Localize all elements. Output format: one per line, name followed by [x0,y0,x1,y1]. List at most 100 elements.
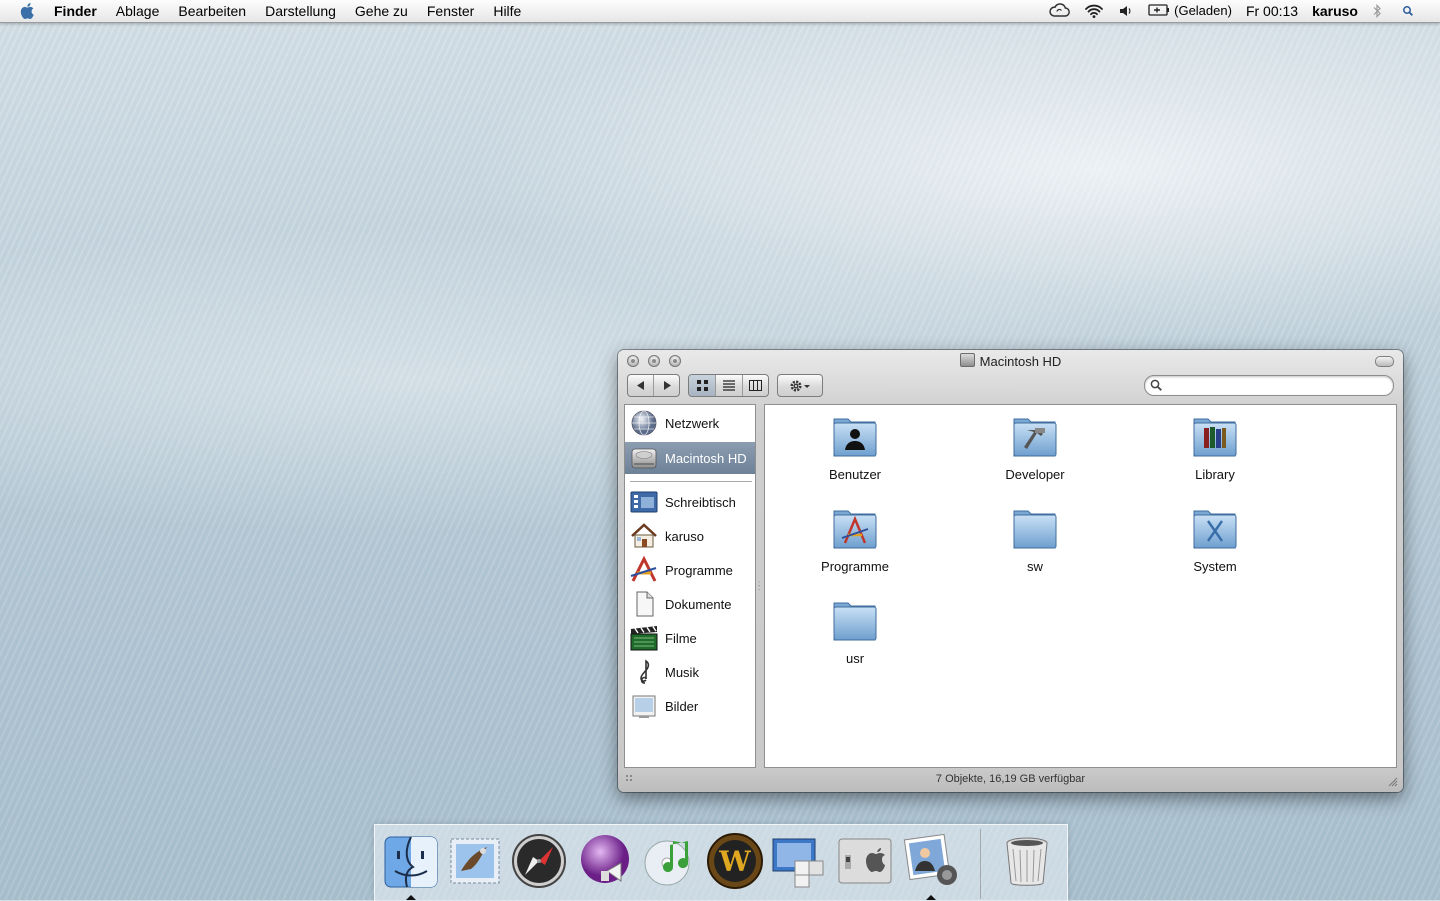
menu-hilfe[interactable]: Hilfe [493,0,521,22]
forward-button[interactable] [654,375,679,396]
action-menu-button[interactable] [777,374,823,397]
folder-system[interactable]: System [1155,505,1275,574]
window-resize-grip-icon[interactable] [1388,777,1398,787]
running-indicator [406,895,416,900]
forward-arrow-icon [663,381,671,390]
dock: W [374,824,1068,901]
column-view-icon [749,380,762,391]
sidebar-splitter[interactable]: :: [757,404,763,768]
menu-app-finder[interactable]: Finder [54,0,97,22]
sidebar-item-netzwerk[interactable]: Netzwerk [625,407,755,439]
folder-label: Library [1195,467,1235,482]
battery-text: (Geladen) [1174,3,1232,18]
menu-clock[interactable]: Fr 00:13 [1246,3,1298,19]
sidebar-separator [630,481,752,482]
movies-icon [629,624,659,652]
documents-icon [629,590,659,618]
view-mode-control [688,374,769,397]
window-titlebar[interactable]: Macintosh HD [618,350,1403,372]
iphoto-icon[interactable] [901,831,961,891]
icon-view-button[interactable] [689,375,716,396]
itunes-icon[interactable] [639,831,699,891]
folder-icon [831,597,879,643]
sidebar-item-bilder[interactable]: Bilder [625,690,755,722]
library-folder-icon [1191,413,1239,459]
hard-disk-icon [959,353,975,367]
window-title-text: Macintosh HD [979,354,1062,369]
svg-text:W: W [718,845,751,878]
sidebar-item-musik[interactable]: Musik [625,656,755,688]
sidebar-item-dokumente[interactable]: Dokumente [625,588,755,620]
menu-ablage[interactable]: Ablage [116,0,160,22]
back-button[interactable] [628,375,654,396]
folder-label: usr [845,651,865,666]
folder-label: Benutzer [828,467,882,482]
list-view-button[interactable] [716,375,743,396]
folder-benutzer[interactable]: Benutzer [795,413,915,482]
safari-icon[interactable] [509,831,569,891]
sidebar-item-label: Netzwerk [665,415,720,431]
dashboard-icon[interactable] [769,831,829,891]
folder-label: Programme [821,559,889,574]
sidebar-item-label: Musik [665,664,699,680]
sidebar-item-programme[interactable]: Programme [625,554,755,586]
volume-icon[interactable] [1118,3,1134,19]
spotlight-icon[interactable] [1396,3,1420,19]
folder-label: System [1193,559,1237,574]
sidebar-item-label: karuso [665,528,705,544]
folder-label: sw [1027,559,1043,574]
network-globe-icon [629,409,659,437]
menu-fenster[interactable]: Fenster [427,0,474,22]
system-preferences-icon[interactable] [835,831,895,891]
folder-developer[interactable]: Developer [975,413,1095,482]
icon-view-icon [696,380,708,391]
mobileme-sync-icon[interactable] [1048,3,1071,19]
menu-bearbeiten[interactable]: Bearbeiten [178,0,246,22]
list-view-icon [723,380,735,391]
users-folder-icon [831,413,879,459]
folder-programme[interactable]: Programme [795,505,915,574]
folder-sw[interactable]: sw [975,505,1095,574]
apple-menu-icon[interactable] [20,3,36,19]
gear-icon [790,380,810,391]
sidebar-item-filme[interactable]: Filme [625,622,755,654]
developer-folder-icon [1011,413,1059,459]
search-icon [1150,379,1162,391]
hard-disk-icon [629,444,659,472]
sidebar-item-schreibtisch[interactable]: Schreibtisch [625,486,755,518]
ichat-icon[interactable] [575,831,635,891]
back-arrow-icon [636,381,644,390]
wifi-icon[interactable] [1084,3,1104,19]
search-field[interactable] [1144,375,1394,396]
sidebar-item-karuso[interactable]: karuso [625,520,755,552]
menu-gehe-zu[interactable]: Gehe zu [355,0,408,22]
fast-user-switch[interactable]: karuso [1312,3,1358,19]
status-bar: 7 Objekte, 16,19 GB verfügbar [618,769,1403,789]
sidebar: Netzwerk Macintosh HD Schreibtisch karus… [624,404,756,768]
action-gear [778,375,822,396]
menu-bar: Finder Ablage Bearbeiten Darstellung Geh… [0,0,1440,23]
search-input[interactable] [1167,377,1386,395]
folder-library[interactable]: Library [1155,413,1275,482]
mail-icon[interactable] [445,831,505,891]
world-of-warcraft-icon[interactable]: W [705,831,765,891]
applications-icon [629,555,659,584]
music-icon [629,658,659,686]
sidebar-item-macintosh-hd[interactable]: Macintosh HD [625,442,755,474]
sidebar-item-label: Programme [665,562,733,578]
column-view-button[interactable] [743,375,768,396]
folder-icon [1011,505,1059,551]
toolbar-toggle-button[interactable] [1375,356,1394,367]
dock-separator [980,829,981,899]
battery-status[interactable]: (Geladen) [1148,0,1232,22]
bluetooth-icon[interactable] [1372,3,1382,19]
menu-darstellung[interactable]: Darstellung [265,0,336,22]
sidebar-resize-grip-icon[interactable] [625,774,635,784]
sidebar-item-label: Macintosh HD [665,450,747,466]
sidebar-item-label: Bilder [665,698,699,714]
finder-icon[interactable] [381,831,441,891]
home-icon [629,522,659,550]
folder-usr[interactable]: usr [795,597,915,666]
file-icon-view: Benutzer Developer Library Programme sw … [764,404,1397,768]
trash-icon[interactable] [997,831,1057,891]
